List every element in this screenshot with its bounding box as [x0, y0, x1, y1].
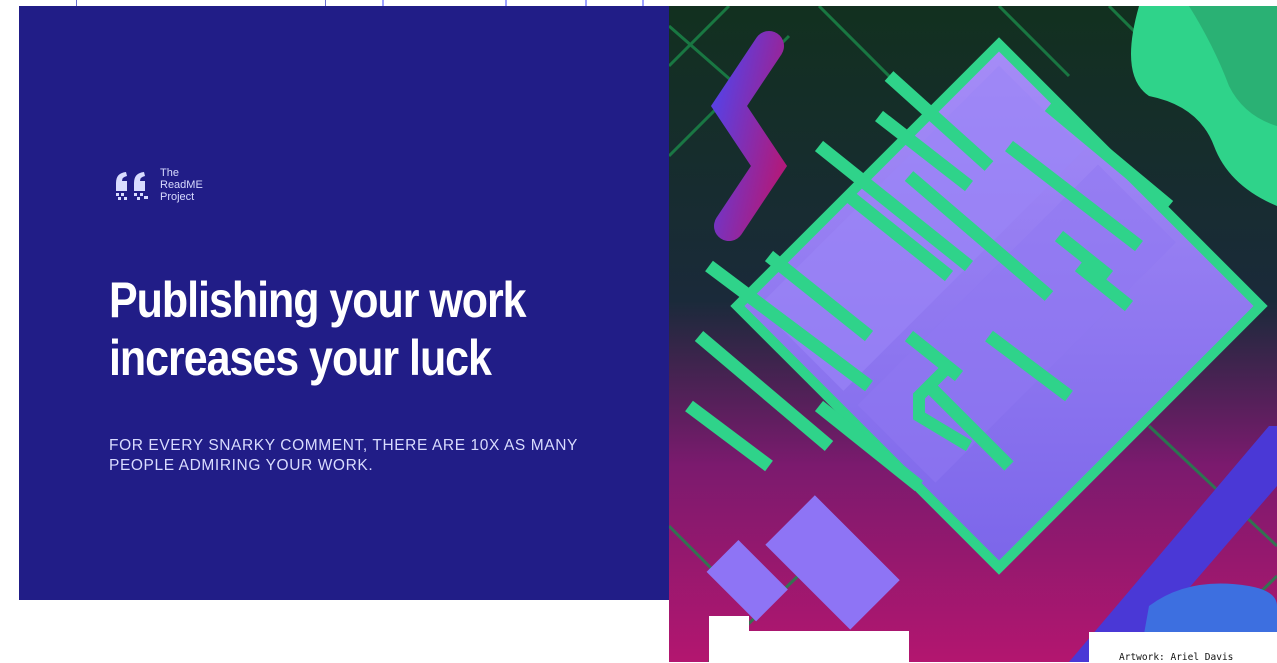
page-title: Publishing your work increases your luck [109, 271, 556, 387]
hero-subtitle: FOR EVERY SNARKY COMMENT, THERE ARE 10X … [109, 437, 578, 474]
quote-mark-icon [116, 172, 148, 200]
headline-line: increases your luck [109, 330, 492, 386]
brand-line: ReadME [160, 179, 203, 191]
headline-line: Publishing your work [109, 272, 527, 328]
hero-artwork [669, 6, 1277, 662]
brand-line: The [160, 167, 179, 179]
readme-project-logo[interactable]: The ReadME Project [114, 167, 203, 203]
brand-name: The ReadME Project [160, 167, 203, 203]
brand-line: Project [160, 191, 195, 203]
artwork-illustration [669, 6, 1277, 662]
hero-section: The ReadME Project Publishing your work … [19, 6, 671, 600]
artwork-credit: Artwork: Ariel Davis [1119, 652, 1234, 663]
artwork-credit-box: Artwork: Ariel Davis [1089, 632, 1277, 663]
